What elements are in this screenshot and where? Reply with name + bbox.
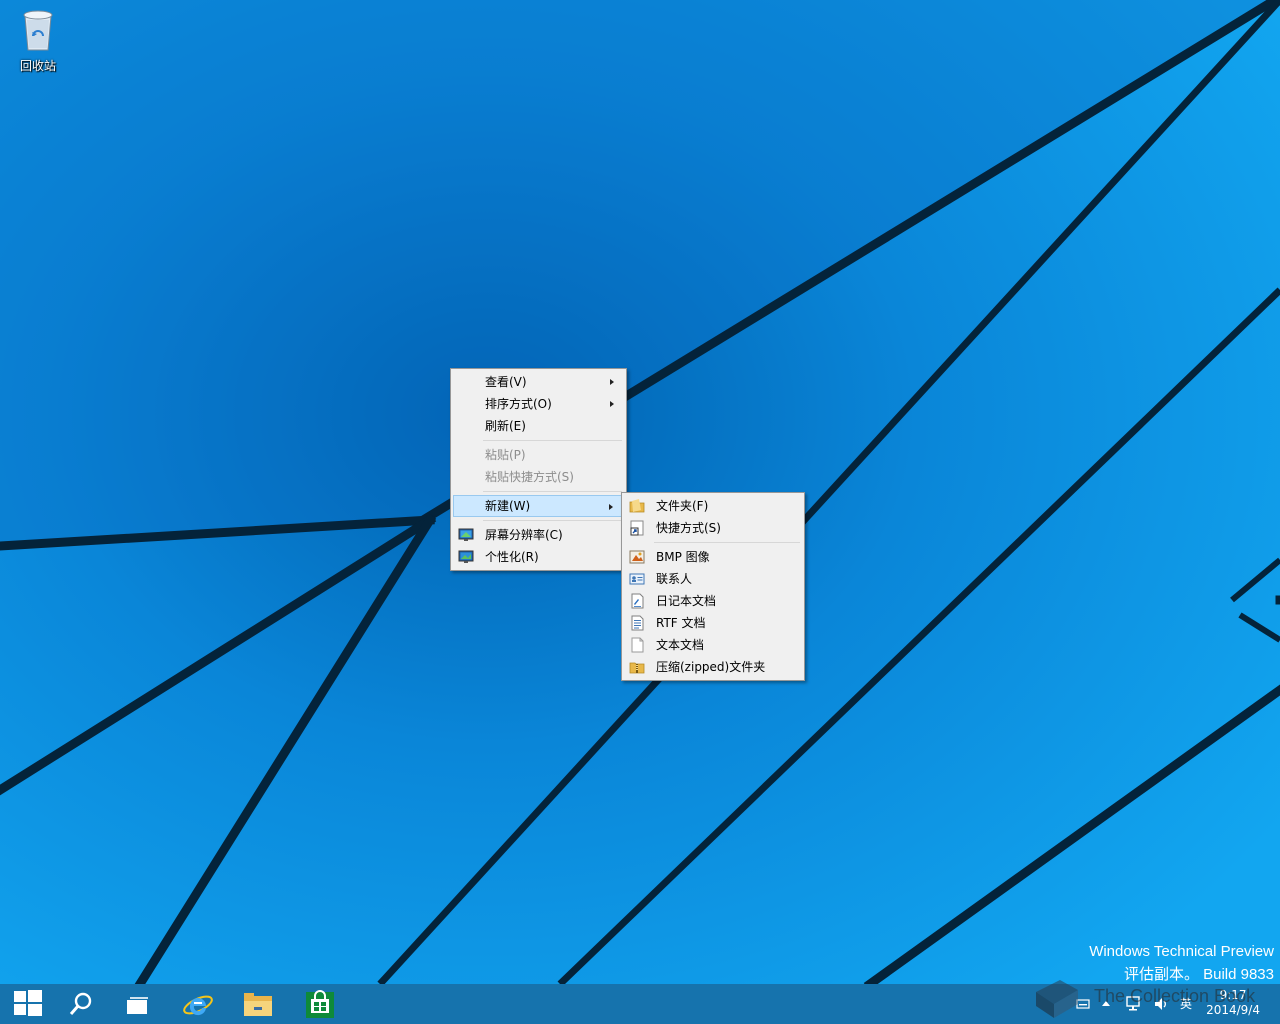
submenu-item-folder[interactable]: 文件夹(F) <box>624 495 802 517</box>
submenu-item-bmp-image[interactable]: BMP 图像 <box>624 546 802 568</box>
internet-explorer-button[interactable] <box>168 984 228 1024</box>
submenu-item-shortcut[interactable]: 快捷方式(S) <box>624 517 802 539</box>
folder-icon <box>629 499 645 513</box>
menu-separator <box>483 437 624 444</box>
submenu-item-rtf-document-label: RTF 文档 <box>656 616 706 630</box>
store-icon <box>306 990 334 1018</box>
recycle-bin-desktop-icon[interactable]: 回收站 <box>10 6 66 76</box>
new-submenu: 文件夹(F) 快捷方式(S) BMP 图像 联系人 日记本文档 RTF 文档 文… <box>621 492 805 681</box>
menu-item-view-label: 查看(V) <box>485 375 527 389</box>
submenu-item-text-document-label: 文本文档 <box>656 638 705 652</box>
menu-item-paste[interactable]: 粘贴(P) <box>453 444 624 466</box>
personalize-icon <box>458 550 474 563</box>
menu-item-paste-shortcut-label: 粘贴快捷方式(S) <box>485 470 574 484</box>
text-document-icon <box>631 637 644 653</box>
menu-item-new[interactable]: 新建(W) <box>453 495 624 517</box>
menu-item-refresh-label: 刷新(E) <box>485 419 526 433</box>
monitor-icon <box>458 528 474 541</box>
submenu-item-zip-folder[interactable]: 压缩(zipped)文件夹 <box>624 656 802 678</box>
submenu-item-contact-label: 联系人 <box>656 572 693 586</box>
task-view-icon <box>127 997 148 1014</box>
submenu-item-folder-label: 文件夹(F) <box>656 499 709 513</box>
file-explorer-button[interactable] <box>228 984 288 1024</box>
menu-item-paste-label: 粘贴(P) <box>485 448 526 462</box>
recycle-bin-label: 回收站 <box>19 59 56 73</box>
submenu-item-text-document[interactable]: 文本文档 <box>624 634 802 656</box>
menu-item-view[interactable]: 查看(V) <box>453 371 624 393</box>
file-explorer-icon <box>244 993 272 1016</box>
submenu-arrow-icon <box>610 379 614 385</box>
menu-separator <box>654 539 802 546</box>
submenu-item-zip-folder-label: 压缩(zipped)文件夹 <box>656 660 766 674</box>
search-button[interactable] <box>52 984 112 1024</box>
task-view-button[interactable] <box>108 984 168 1024</box>
collection-book-text: The Collection Book <box>1094 986 1256 1006</box>
submenu-item-journal-document[interactable]: 日记本文档 <box>624 590 802 612</box>
menu-item-paste-shortcut[interactable]: 粘贴快捷方式(S) <box>453 466 624 488</box>
menu-item-screen-resolution-label: 屏幕分辨率(C) <box>485 528 563 542</box>
submenu-item-journal-document-label: 日记本文档 <box>656 594 717 608</box>
internet-explorer-icon <box>183 995 213 1016</box>
bmp-image-icon <box>629 550 645 564</box>
menu-separator <box>483 517 624 524</box>
collection-book-watermark: The Collection Book <box>1030 976 1270 1018</box>
menu-separator <box>483 488 624 495</box>
submenu-arrow-icon <box>610 401 614 407</box>
submenu-item-rtf-document[interactable]: RTF 文档 <box>624 612 802 634</box>
shortcut-icon <box>630 520 644 536</box>
rtf-document-icon <box>631 615 644 631</box>
submenu-item-bmp-image-label: BMP 图像 <box>656 550 710 564</box>
menu-item-personalize[interactable]: 个性化(R) <box>453 546 624 568</box>
search-icon <box>69 992 92 1015</box>
watermark-line-1: Windows Technical Preview <box>1089 943 1274 960</box>
desktop-context-menu: 查看(V) 排序方式(O) 刷新(E) 粘贴(P) 粘贴快捷方式(S) 新建(W… <box>450 368 627 571</box>
menu-item-screen-resolution[interactable]: 屏幕分辨率(C) <box>453 524 624 546</box>
menu-item-personalize-label: 个性化(R) <box>485 550 539 564</box>
start-button[interactable] <box>0 984 60 1024</box>
submenu-arrow-icon <box>609 504 613 510</box>
submenu-item-shortcut-label: 快捷方式(S) <box>656 521 721 535</box>
recycle-bin-icon <box>23 10 53 51</box>
contact-card-icon <box>629 573 645 585</box>
windows-logo-icon <box>14 990 42 1016</box>
book-logo-icon <box>1036 980 1078 1018</box>
menu-item-sort-by-label: 排序方式(O) <box>485 397 552 411</box>
zip-folder-icon <box>629 662 645 674</box>
menu-item-sort-by[interactable]: 排序方式(O) <box>453 393 624 415</box>
menu-item-new-label: 新建(W) <box>485 499 531 513</box>
menu-item-refresh[interactable]: 刷新(E) <box>453 415 624 437</box>
journal-document-icon <box>631 593 644 609</box>
store-button[interactable] <box>290 984 350 1024</box>
submenu-item-contact[interactable]: 联系人 <box>624 568 802 590</box>
